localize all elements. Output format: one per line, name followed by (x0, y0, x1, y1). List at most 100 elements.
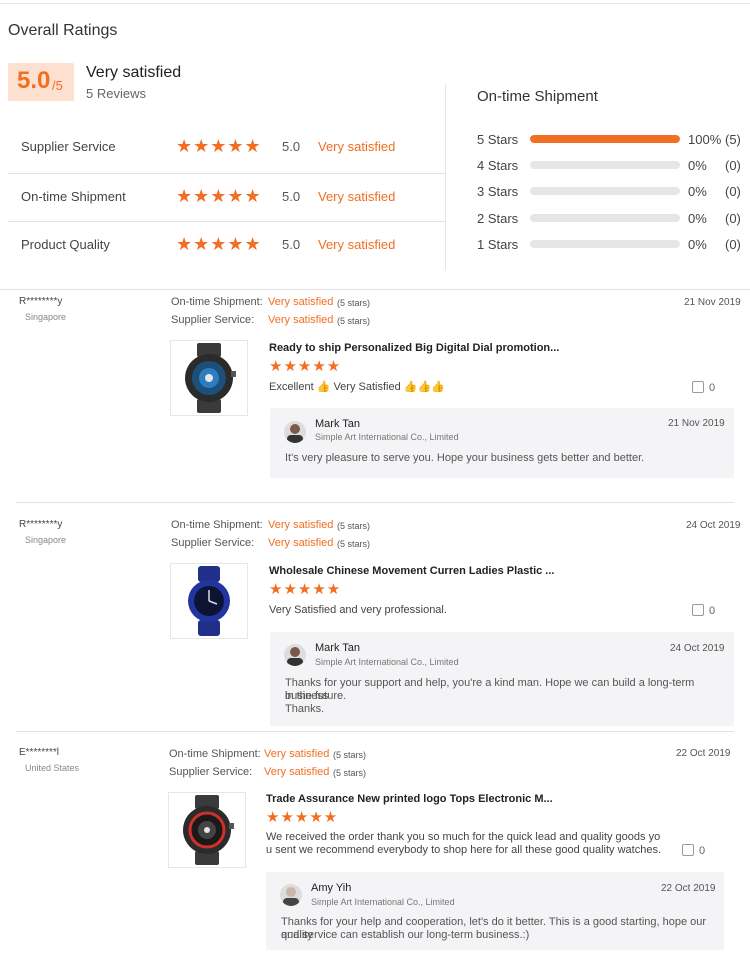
rating-label: On-time Shipment (21, 189, 126, 204)
shipment-stars: (5 stars) (337, 521, 371, 531)
reply-author: Mark Tan (315, 642, 361, 654)
service-value: Very satisfied (268, 537, 334, 549)
star-bar-percent: 0% (688, 237, 707, 252)
reply-date: 24 Oct 2019 (670, 643, 725, 654)
thumbs-up-icon (682, 844, 694, 856)
star-bar-track (530, 161, 680, 169)
reply-text-line: Thanks for your support and help, you're… (285, 677, 695, 702)
product-thumbnail[interactable] (170, 563, 248, 639)
reviewer-name: R********y (19, 519, 63, 530)
service-stars: (5 stars) (337, 316, 371, 326)
product-stars: ★★★★★ (269, 581, 342, 598)
review-item: R********y Singapore On-time Shipment: V… (0, 519, 750, 726)
product-stars: ★★★★★ (266, 809, 339, 826)
shipment-value: Very satisfied (268, 519, 334, 531)
shipment-value: Very satisfied (264, 748, 330, 760)
reviewer-name: R********y (19, 296, 63, 307)
service-label: Supplier Service: (171, 537, 255, 549)
service-stars: (5 stars) (337, 539, 371, 549)
shipment-label: On-time Shipment: (171, 296, 263, 308)
like-count: 0 (699, 845, 706, 857)
avatar (284, 644, 306, 666)
star-bar-count: (5) (725, 132, 741, 147)
reviews-count-link[interactable]: 5 Reviews (86, 86, 146, 101)
star-bar-count: (0) (725, 211, 741, 226)
shipment-stars: (5 stars) (337, 298, 371, 308)
review-date: 22 Oct 2019 (676, 748, 731, 759)
like-count: 0 (709, 605, 716, 617)
thumbs-up-icon (692, 381, 704, 393)
star-bar-count: (0) (725, 237, 741, 252)
rating-text: Very satisfied (318, 139, 396, 154)
review-date: 24 Oct 2019 (686, 520, 741, 531)
reviewer-country: Singapore (25, 535, 67, 545)
watch-image (183, 795, 234, 865)
star-bar-percent: 0% (688, 158, 707, 173)
rating-label: Supplier Service (21, 139, 116, 154)
top-divider (0, 3, 750, 4)
summary-divider (445, 84, 446, 270)
reviewer-country: United States (25, 763, 80, 773)
reply-author: Mark Tan (315, 418, 361, 430)
star-bar-label: 5 Stars (477, 132, 519, 147)
review-comment: Very Satisfied and very professional. (269, 604, 447, 616)
avatar (284, 421, 306, 443)
product-stars: ★★★★★ (269, 358, 342, 375)
rating-value: 5.0 (282, 139, 301, 154)
reply-company: Simple Art International Co., Limited (311, 897, 455, 907)
product-thumbnail[interactable] (170, 340, 248, 416)
reply-company: Simple Art International Co., Limited (315, 432, 459, 442)
star-bar-label: 2 Stars (477, 211, 519, 226)
star-bar-label: 1 Stars (477, 237, 519, 252)
service-label: Supplier Service: (169, 766, 253, 778)
star-bar-2: 2 Stars 0% (0) (477, 210, 747, 228)
reply-text-line: and service can establish our long-term … (281, 929, 530, 941)
like-button[interactable]: 0 (692, 604, 715, 617)
review-item: R********y Singapore On-time Shipment: V… (0, 296, 750, 496)
rating-label: Product Quality (21, 237, 110, 252)
service-label: Supplier Service: (171, 314, 255, 326)
shipment-value: Very satisfied (268, 296, 334, 308)
star-bar-count: (0) (725, 158, 741, 173)
rating-text: Very satisfied (318, 237, 396, 252)
rating-row-supplier-service: Supplier Service ★★★★★ 5.0 Very satisfie… (8, 124, 445, 173)
reply-text-line: Thanks. (285, 703, 325, 715)
service-value: Very satisfied (268, 314, 334, 326)
supplier-reply: Amy Yih Simple Art International Co., Li… (266, 872, 724, 950)
rating-row-product-quality: Product Quality ★★★★★ 5.0 Very satisfied (8, 222, 445, 271)
star-bar-5: 5 Stars 100% (5) (477, 131, 747, 149)
reviewer-name: E********l (19, 747, 60, 758)
overall-ratings-title: Overall Ratings (8, 22, 118, 39)
watch-image (188, 566, 230, 636)
reviews-top-divider (0, 289, 750, 290)
overall-score-badge: 5.0 /5 (8, 63, 74, 101)
reviewer-country: Singapore (25, 312, 67, 322)
star-bar-label: 3 Stars (477, 184, 519, 199)
reply-author: Amy Yih (311, 882, 352, 894)
reply-company: Simple Art International Co., Limited (315, 657, 459, 667)
star-bar-fill (530, 135, 680, 143)
rating-stars: ★★★★★ (176, 136, 262, 156)
product-title-link[interactable]: Wholesale Chinese Movement Curren Ladies… (269, 565, 554, 577)
like-button[interactable]: 0 (682, 844, 705, 857)
like-button[interactable]: 0 (692, 381, 715, 394)
rating-value: 5.0 (282, 189, 301, 204)
overall-score: 5.0 (17, 67, 51, 94)
supplier-reply: Mark Tan Simple Art International Co., L… (270, 632, 734, 726)
reply-text-line: in the future. (285, 690, 347, 702)
product-title-link[interactable]: Ready to ship Personalized Big Digital D… (269, 342, 559, 354)
rating-value: 5.0 (282, 237, 301, 252)
review-comment: Excellent 👍 Very Satisfied 👍👍👍 (269, 381, 445, 393)
product-title-link[interactable]: Trade Assurance New printed logo Tops El… (266, 793, 553, 805)
watch-image (185, 343, 236, 413)
star-bar-track (530, 240, 680, 248)
shipment-label: On-time Shipment: (171, 519, 263, 531)
review-divider (16, 731, 734, 732)
reply-date: 21 Nov 2019 (668, 418, 725, 429)
star-bar-percent: 100% (688, 132, 722, 147)
star-bar-3: 3 Stars 0% (0) (477, 183, 747, 201)
rating-stars: ★★★★★ (176, 234, 262, 254)
product-thumbnail[interactable] (168, 792, 246, 868)
supplier-reply: Mark Tan Simple Art International Co., L… (270, 408, 734, 478)
review-item: E********l United States On-time Shipmen… (0, 747, 750, 957)
